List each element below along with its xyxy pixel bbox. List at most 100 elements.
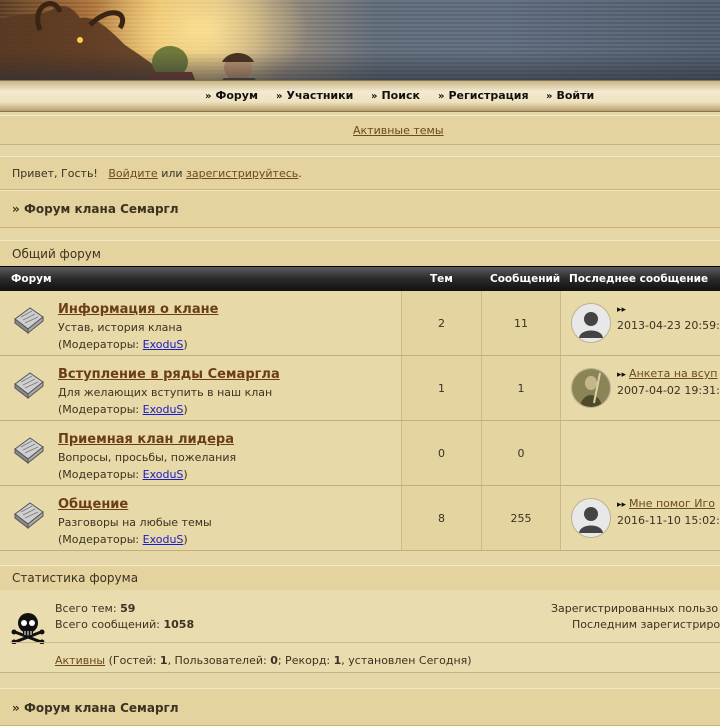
moderator-link[interactable]: ExoduS (143, 403, 184, 416)
forum-cell: Приемная клан лидера Вопросы, просьбы, по… (0, 421, 402, 485)
forum-moderators: (Модераторы: ExoduS) (58, 403, 188, 416)
forum-folder-icon (12, 305, 46, 335)
forum-folder-icon (12, 500, 46, 530)
chevron-double-right-icon: » (546, 91, 553, 102)
forum-title-link[interactable]: Общение (58, 497, 128, 512)
breadcrumb: » Форум клана Семаргл (0, 190, 720, 228)
active-users-link[interactable]: Активны (55, 654, 105, 667)
posts-cell: 255 (482, 486, 561, 550)
topics-count: 2 (438, 317, 445, 330)
posts-count: 0 (517, 447, 525, 460)
forum-description: Вопросы, просьбы, пожелания (58, 451, 237, 464)
topics-cell: 0 (402, 421, 482, 485)
main-nav: » Форум » Участники » Поиск » Регистрация » В… (0, 80, 720, 112)
forum-moderators: (Модераторы: ExoduS) (58, 533, 188, 546)
last-post-link[interactable]: ▸▸ Анкета на всуп (617, 367, 717, 380)
stats-title: Статистика форума (12, 571, 139, 585)
forum-row: Вступление в ряды Семаргла Для желающих в… (0, 356, 720, 421)
posts-count: 11 (514, 317, 528, 330)
forum-row: Приемная клан лидера Вопросы, просьбы, по… (0, 421, 720, 486)
category-title: Общий форум (12, 247, 101, 261)
posts-count: 1 (517, 382, 525, 395)
forum-row: Информация о клане Устав, история клана (М… (0, 291, 720, 356)
login-link[interactable]: Войдите (108, 167, 157, 180)
forum-title-link[interactable]: Информация о клане (58, 302, 218, 317)
posts-cell: 11 (482, 291, 561, 355)
warrior-avatar[interactable] (571, 368, 611, 408)
topics-cell: 8 (402, 486, 482, 550)
goto-last-post-icon[interactable]: ▸▸ (617, 500, 626, 510)
last-post-link[interactable]: ▸▸ (617, 302, 629, 315)
topics-cell: 1 (402, 356, 482, 420)
posts-cell: 0 (482, 421, 561, 485)
stats-header: Статистика форума (0, 565, 720, 591)
header-banner (0, 0, 720, 82)
forum-row: Общение Разговоры на любые темы (Модератор… (0, 486, 720, 551)
forum-cell: Вступление в ряды Семаргла Для желающих в… (0, 356, 402, 420)
total-posts-stat: Всего сообщений: 1058 (55, 618, 195, 631)
footer-breadcrumb: » Форум клана Семаргл (0, 688, 720, 726)
forum-cell: Информация о клане Устав, история клана (М… (0, 291, 402, 355)
posts-count: 255 (510, 512, 532, 525)
last-post-link[interactable]: ▸▸ Мне помог Иго (617, 497, 715, 510)
total-topics-stat: Всего тем: 59 (55, 602, 136, 615)
topics-count: 0 (438, 447, 445, 460)
breadcrumb-forum-title[interactable]: Форум клана Семаргл (24, 202, 179, 216)
last-post-date: 2013-04-23 20:59: (617, 319, 720, 332)
register-link[interactable]: зарегистрируйтесь (186, 167, 298, 180)
category-header: Общий форум (0, 240, 720, 268)
chevron-double-right-icon: » (276, 91, 283, 102)
moderator-link[interactable]: ExoduS (143, 468, 184, 481)
col-forum: Форум (11, 273, 52, 285)
topics-cell: 2 (402, 291, 482, 355)
forum-moderators: (Модераторы: ExoduS) (58, 338, 188, 351)
greeting-text: Привет, Гость! (12, 167, 98, 180)
forum-cell: Общение Разговоры на любые темы (Модератор… (0, 486, 402, 550)
moderator-link[interactable]: ExoduS (143, 533, 184, 546)
footer-breadcrumb-forum-title[interactable]: Форум клана Семаргл (24, 701, 179, 715)
active-topics-link[interactable]: Активные темы (353, 124, 444, 137)
nav-members[interactable]: » Участники (276, 89, 353, 102)
goto-last-post-icon[interactable]: ▸▸ (617, 305, 626, 315)
last-post-cell: ▸▸ Анкета на всуп 2007-04-02 19:31: (561, 356, 720, 420)
chevron-double-right-icon: » (205, 91, 212, 102)
last-post-cell (561, 421, 720, 485)
online-stat: Активны (Гостей: 1, Пользователей: 0; Ре… (55, 654, 472, 667)
forum-folder-icon (12, 370, 46, 400)
last-post-cell: ▸▸ 2013-04-23 20:59: (561, 291, 720, 355)
col-posts: Сообщений (490, 273, 561, 285)
forum-folder-icon (12, 435, 46, 465)
default-avatar[interactable] (571, 303, 611, 343)
topics-count: 1 (438, 382, 445, 395)
chevron-double-right-icon: » (371, 91, 378, 102)
goto-last-post-icon[interactable]: ▸▸ (617, 370, 626, 380)
nav-register[interactable]: » Регистрация (438, 89, 529, 102)
chevron-double-right-icon: » (438, 91, 445, 102)
nav-login[interactable]: » Войти (546, 89, 594, 102)
forum-description: Устав, история клана (58, 321, 183, 334)
active-topics-bar: Активные темы (0, 115, 720, 145)
forum-title-link[interactable]: Приемная клан лидера (58, 432, 234, 447)
last-post-date: 2007-04-02 19:31: (617, 384, 720, 397)
stats-panel: Всего тем: 59 Всего сообщений: 1058 Заре… (0, 590, 720, 673)
last-registered-stat: Последним зарегистриро (572, 618, 720, 631)
topics-count: 8 (438, 512, 445, 525)
divider (10, 642, 720, 643)
registered-users-stat: Зарегистрированных пользо (551, 602, 719, 615)
moderator-link[interactable]: ExoduS (143, 338, 184, 351)
last-post-date: 2016-11-10 15:02: (617, 514, 720, 527)
forum-description: Разговоры на любые темы (58, 516, 212, 529)
forum-table-header: Форум Тем Сообщений Последнее сообщение (0, 266, 720, 291)
forum-title-link[interactable]: Вступление в ряды Семаргла (58, 367, 280, 382)
forum-description: Для желающих вступить в наш клан (58, 386, 273, 399)
nav-search[interactable]: » Поиск (371, 89, 420, 102)
col-last-post: Последнее сообщение (569, 273, 709, 285)
posts-cell: 1 (482, 356, 561, 420)
nav-forum[interactable]: » Форум (205, 89, 258, 102)
default-avatar[interactable] (571, 498, 611, 538)
forum-moderators: (Модераторы: ExoduS) (58, 468, 188, 481)
skull-crossbones-icon (11, 613, 45, 644)
col-topics: Тем (430, 273, 453, 285)
last-post-cell: ▸▸ Мне помог Иго 2016-11-10 15:02: (561, 486, 720, 550)
welcome-bar: Привет, Гость! Войдите или зарегистрируй… (0, 156, 720, 190)
